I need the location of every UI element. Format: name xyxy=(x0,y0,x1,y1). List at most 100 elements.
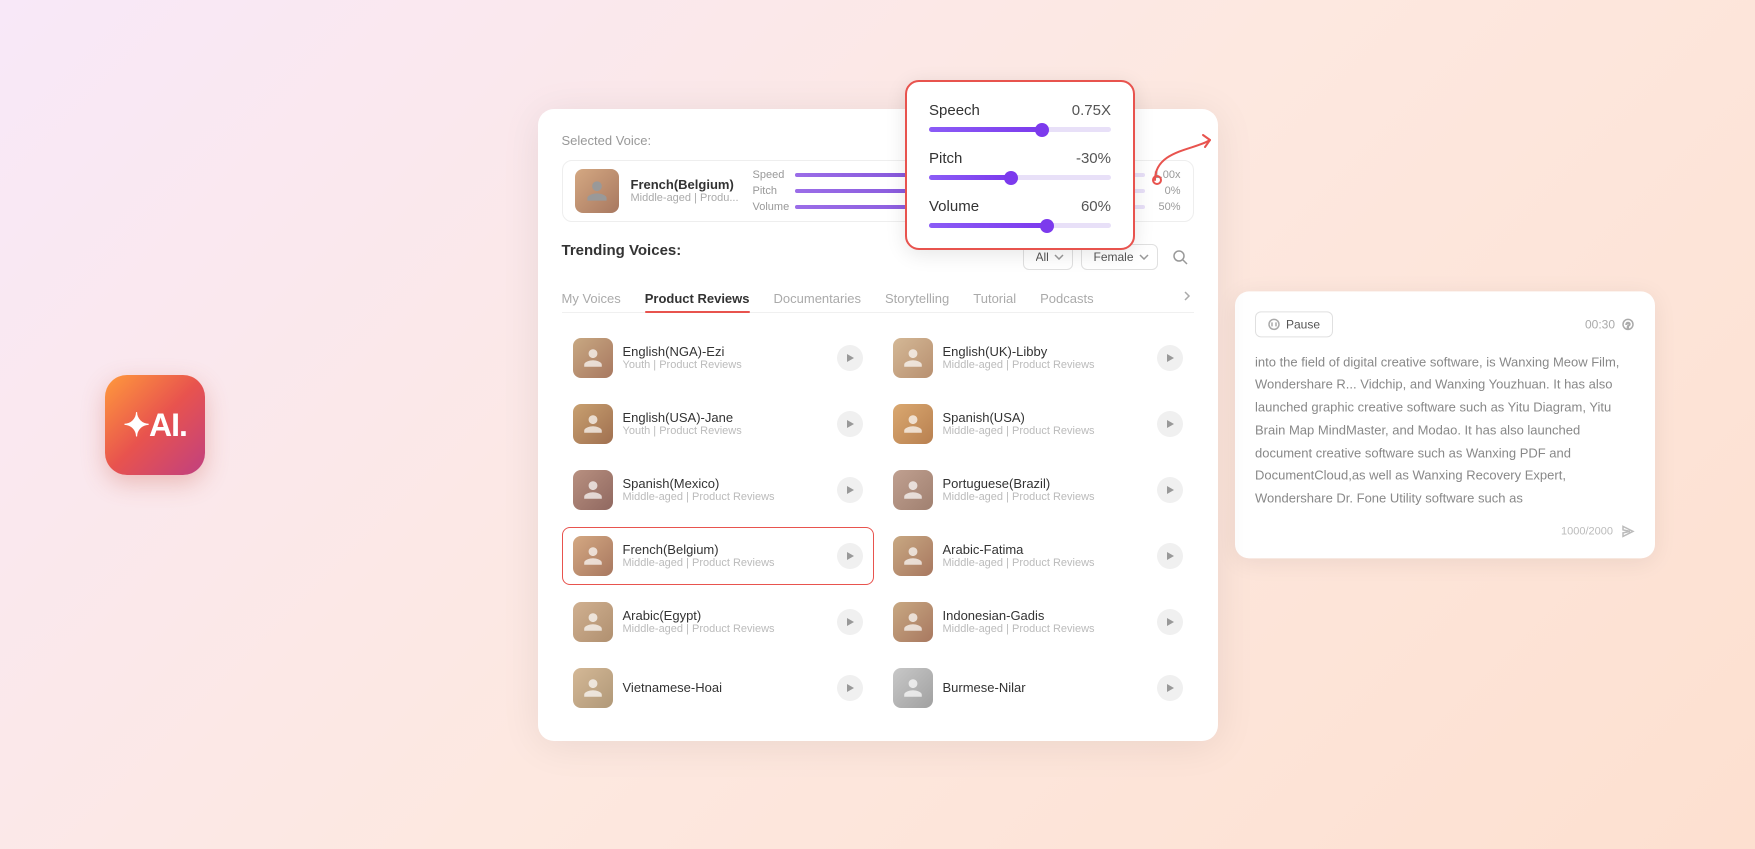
voice-name-11: Vietnamese-Hoai xyxy=(623,680,827,695)
voice-name-2: English(UK)-Libby xyxy=(943,344,1147,359)
play-btn-1[interactable] xyxy=(837,345,863,371)
svg-text:?: ? xyxy=(1626,321,1631,330)
popup-pitch-fill xyxy=(929,175,1011,180)
editor-text-3: R... Vidchip, and Wanxing Youzhuan. It h… xyxy=(1255,377,1613,506)
voice-name-6: Portuguese(Brazil) xyxy=(943,476,1147,491)
voice-info-11: Vietnamese-Hoai xyxy=(623,680,827,695)
tab-storytelling[interactable]: Storytelling xyxy=(873,285,961,312)
popup-volume-track[interactable] xyxy=(929,223,1111,228)
voice-avatar-8 xyxy=(893,536,933,576)
voice-name-4: Spanish(USA) xyxy=(943,410,1147,425)
play-btn-3[interactable] xyxy=(837,411,863,437)
tab-my-voices[interactable]: My Voices xyxy=(562,285,633,312)
editor-content: into the field of digital creative softw… xyxy=(1255,351,1635,510)
voice-item-3[interactable]: English(USA)-Jane Youth | Product Review… xyxy=(562,395,874,453)
voice-info-10: Indonesian-Gadis Middle-aged | Product R… xyxy=(943,608,1147,635)
play-btn-2[interactable] xyxy=(1157,345,1183,371)
tabs-chevron[interactable] xyxy=(1180,289,1194,308)
popup-pitch-label: Pitch xyxy=(929,150,962,167)
voice-name-7: French(Belgium) xyxy=(623,542,827,557)
voice-item-5[interactable]: Spanish(Mexico) Middle-aged | Product Re… xyxy=(562,461,874,519)
play-btn-10[interactable] xyxy=(1157,609,1183,635)
play-btn-7[interactable] xyxy=(837,543,863,569)
speed-label: Speed xyxy=(753,169,789,181)
category-tabs: My Voices Product Reviews Documentaries … xyxy=(562,285,1194,313)
voice-sub-8: Middle-aged | Product Reviews xyxy=(943,557,1147,569)
voice-list: English(NGA)-Ezi Youth | Product Reviews xyxy=(562,329,1194,717)
app-icon-text: ✦AI. xyxy=(123,406,187,444)
voice-name-8: Arabic-Fatima xyxy=(943,542,1147,557)
popup-speech-header: Speech 0.75X xyxy=(929,102,1111,119)
tab-documentaries[interactable]: Documentaries xyxy=(762,285,873,312)
timer-area: 00:30 ? xyxy=(1585,317,1635,331)
voice-item-12[interactable]: Burmese-Nilar xyxy=(882,659,1194,717)
text-editor-panel: Pause 00:30 ? into the field of digital … xyxy=(1235,291,1655,558)
voice-avatar-12 xyxy=(893,668,933,708)
popup-speech-value: 0.75X xyxy=(1072,102,1111,119)
popup-speech-thumb xyxy=(1035,123,1049,137)
popup-speech-track[interactable] xyxy=(929,127,1111,132)
selected-voice-sub: Middle-aged | Produ... xyxy=(631,192,741,204)
voice-sub-10: Middle-aged | Product Reviews xyxy=(943,623,1147,635)
tab-tutorial[interactable]: Tutorial xyxy=(961,285,1028,312)
voice-info-2: English(UK)-Libby Middle-aged | Product … xyxy=(943,344,1147,371)
voice-item-4[interactable]: Spanish(USA) Middle-aged | Product Revie… xyxy=(882,395,1194,453)
voice-item-7[interactable]: French(Belgium) Middle-aged | Product Re… xyxy=(562,527,874,585)
timer-text: 00:30 xyxy=(1585,317,1615,331)
send-icon[interactable] xyxy=(1621,524,1635,538)
voice-name-5: Spanish(Mexico) xyxy=(623,476,827,491)
play-btn-4[interactable] xyxy=(1157,411,1183,437)
voice-item-2[interactable]: English(UK)-Libby Middle-aged | Product … xyxy=(882,329,1194,387)
search-button[interactable] xyxy=(1166,243,1194,271)
controls-popup: Speech 0.75X Pitch -30% Volume 60% xyxy=(905,80,1135,250)
trending-section: Trending Voices: All Female Male xyxy=(562,242,1194,717)
voice-info-7: French(Belgium) Middle-aged | Product Re… xyxy=(623,542,827,569)
voice-sub-9: Middle-aged | Product Reviews xyxy=(623,623,827,635)
voice-item-6[interactable]: Portuguese(Brazil) Middle-aged | Product… xyxy=(882,461,1194,519)
play-btn-12[interactable] xyxy=(1157,675,1183,701)
play-btn-9[interactable] xyxy=(837,609,863,635)
popup-volume-header: Volume 60% xyxy=(929,198,1111,215)
voice-name-3: English(USA)-Jane xyxy=(623,410,827,425)
popup-pitch-thumb xyxy=(1004,171,1018,185)
voice-sub-6: Middle-aged | Product Reviews xyxy=(943,491,1147,503)
voice-item-10[interactable]: Indonesian-Gadis Middle-aged | Product R… xyxy=(882,593,1194,651)
popup-volume-value: 60% xyxy=(1081,198,1111,215)
voice-avatar-1 xyxy=(573,338,613,378)
pause-label: Pause xyxy=(1286,317,1320,331)
selected-voice-name-block: French(Belgium) Middle-aged | Produ... xyxy=(631,177,741,204)
popup-pitch-header: Pitch -30% xyxy=(929,150,1111,167)
voice-item-11[interactable]: Vietnamese-Hoai xyxy=(562,659,874,717)
voice-avatar-6 xyxy=(893,470,933,510)
selected-voice-name: French(Belgium) xyxy=(631,177,741,192)
play-btn-5[interactable] xyxy=(837,477,863,503)
play-btn-6[interactable] xyxy=(1157,477,1183,503)
popup-speech-fill xyxy=(929,127,1042,132)
voice-sub-4: Middle-aged | Product Reviews xyxy=(943,425,1147,437)
voice-info-5: Spanish(Mexico) Middle-aged | Product Re… xyxy=(623,476,827,503)
voice-info-6: Portuguese(Brazil) Middle-aged | Product… xyxy=(943,476,1147,503)
arrow-decoration xyxy=(1145,130,1225,195)
pause-button[interactable]: Pause xyxy=(1255,311,1333,337)
voice-avatar-5 xyxy=(573,470,613,510)
voice-avatar-3 xyxy=(573,404,613,444)
voice-item-1[interactable]: English(NGA)-Ezi Youth | Product Reviews xyxy=(562,329,874,387)
tab-product-reviews[interactable]: Product Reviews xyxy=(633,285,762,312)
voice-avatar-7 xyxy=(573,536,613,576)
tab-podcasts[interactable]: Podcasts xyxy=(1028,285,1105,312)
voice-name-9: Arabic(Egypt) xyxy=(623,608,827,623)
voice-item-9[interactable]: Arabic(Egypt) Middle-aged | Product Revi… xyxy=(562,593,874,651)
voice-avatar-11 xyxy=(573,668,613,708)
popup-volume-row: Volume 60% xyxy=(929,198,1111,228)
play-btn-8[interactable] xyxy=(1157,543,1183,569)
pitch-label: Pitch xyxy=(753,185,789,197)
editor-footer: 1000/2000 xyxy=(1255,524,1635,538)
editor-toolbar: Pause 00:30 ? xyxy=(1255,311,1635,337)
popup-pitch-track[interactable] xyxy=(929,175,1111,180)
voice-item-8[interactable]: Arabic-Fatima Middle-aged | Product Revi… xyxy=(882,527,1194,585)
voice-sub-1: Youth | Product Reviews xyxy=(623,359,827,371)
voice-info-8: Arabic-Fatima Middle-aged | Product Revi… xyxy=(943,542,1147,569)
play-btn-11[interactable] xyxy=(837,675,863,701)
voice-sub-3: Youth | Product Reviews xyxy=(623,425,827,437)
editor-text-partial: into the field of digital creative softw… xyxy=(1255,354,1486,369)
